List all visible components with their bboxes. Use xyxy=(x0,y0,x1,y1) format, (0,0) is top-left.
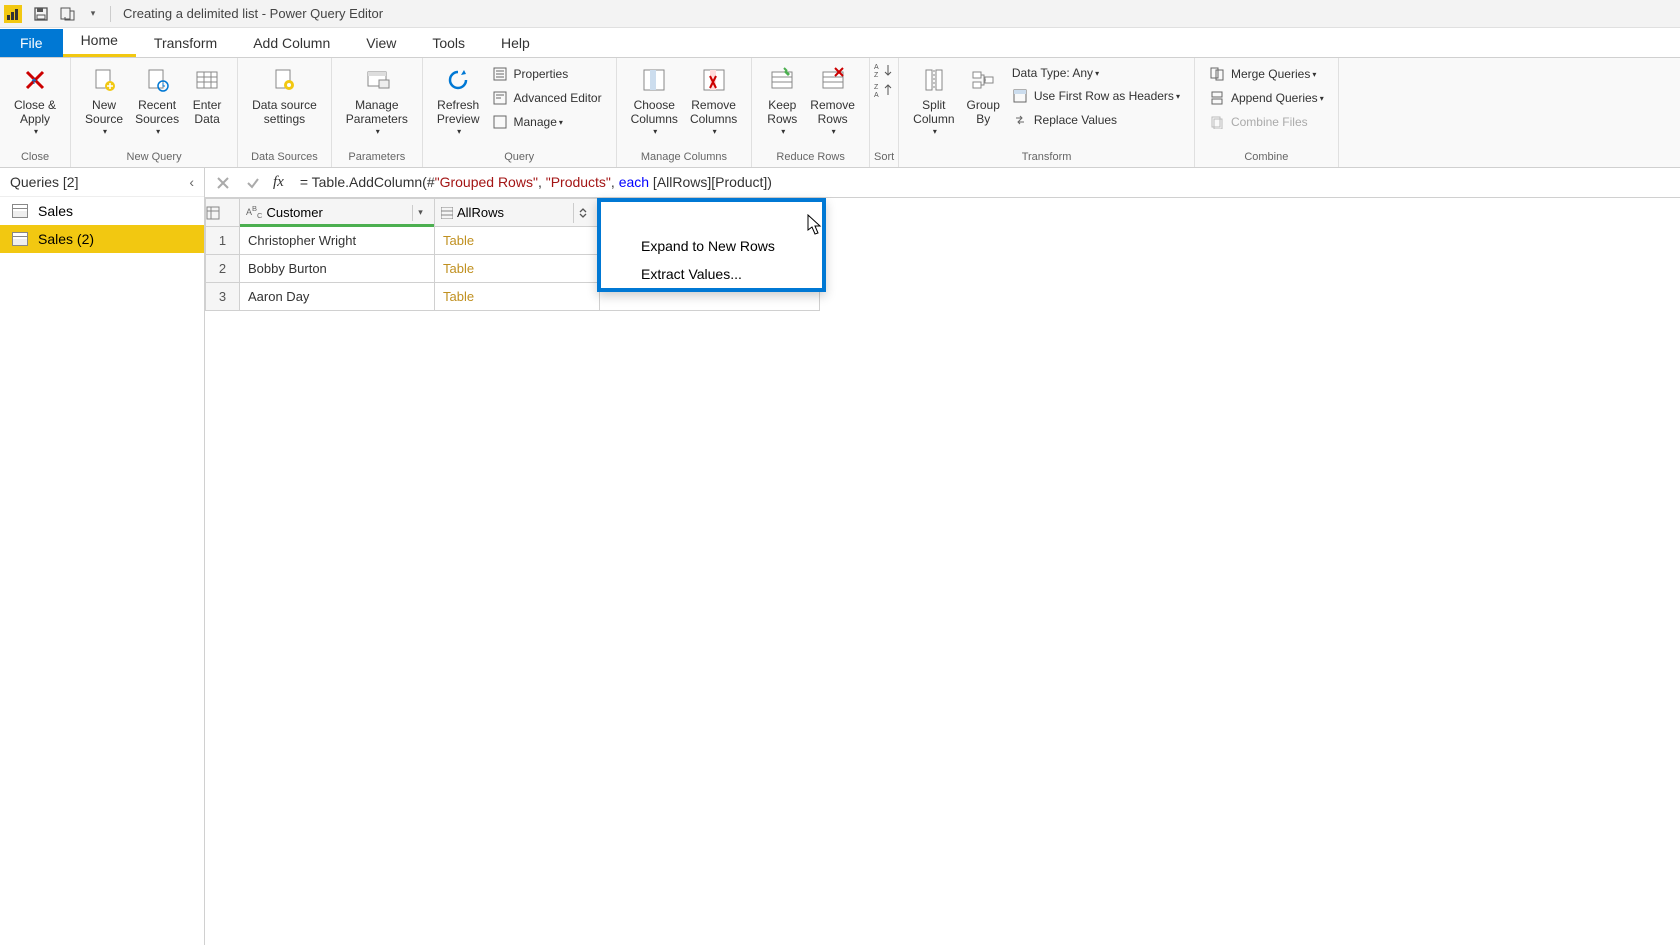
qat-customize[interactable]: ▾ xyxy=(82,3,104,25)
merge-icon xyxy=(1209,66,1225,82)
close-apply-label: Close & Apply xyxy=(14,98,56,127)
headers-icon xyxy=(1012,88,1028,104)
append-queries-button[interactable]: Append Queries▾ xyxy=(1207,88,1326,108)
append-icon xyxy=(1209,90,1225,106)
combine-files-icon xyxy=(1209,114,1225,130)
corner-cell[interactable] xyxy=(206,199,240,227)
main-area: Queries [2] ‹ Sales Sales (2) fx = Table… xyxy=(0,168,1680,945)
merge-queries-button[interactable]: Merge Queries▾ xyxy=(1207,64,1326,84)
tab-tools[interactable]: Tools xyxy=(414,29,483,57)
table-icon xyxy=(12,204,28,218)
cancel-formula-button[interactable] xyxy=(213,173,233,193)
split-column-button[interactable]: Split Column▾ xyxy=(907,62,960,138)
expand-to-new-rows-item[interactable]: Expand to New Rows xyxy=(601,232,822,260)
svg-text:A: A xyxy=(874,64,879,71)
data-source-settings-button[interactable]: Data source settings xyxy=(246,62,323,129)
text-type-icon: ABC xyxy=(246,205,262,219)
tab-home[interactable]: Home xyxy=(63,26,136,57)
ribbon-group-new-query: New Source▾ Recent Sources▾ Enter Data N… xyxy=(71,58,238,167)
tab-transform[interactable]: Transform xyxy=(136,29,235,57)
save-button[interactable] xyxy=(30,3,52,25)
tab-file[interactable]: File xyxy=(0,29,63,57)
table-type-icon xyxy=(441,207,453,219)
data-type-button[interactable]: Data Type: Any▾ xyxy=(1010,64,1182,82)
refresh-preview-button[interactable]: Refresh Preview▾ xyxy=(431,62,486,138)
group-by-button[interactable]: Group By xyxy=(961,62,1006,129)
group-label-close: Close xyxy=(21,149,49,167)
replace-values-button[interactable]: Replace Values xyxy=(1010,110,1182,130)
app-icon xyxy=(4,5,22,23)
filter-button[interactable]: ▾ xyxy=(412,205,428,221)
tab-add-column[interactable]: Add Column xyxy=(235,29,348,57)
collapse-pane-button[interactable]: ‹ xyxy=(189,174,194,190)
ribbon-group-parameters: Manage Parameters▾ Parameters xyxy=(332,58,423,167)
svg-text:A: A xyxy=(874,92,879,98)
table-icon xyxy=(12,232,28,246)
ribbon-group-transform: Split Column▾ Group By Data Type: Any▾ U… xyxy=(899,58,1195,167)
svg-text:Z: Z xyxy=(874,72,879,78)
ribbon-group-combine: Merge Queries▾ Append Queries▾ Combine F… xyxy=(1195,58,1339,167)
ribbon-group-query: Refresh Preview▾ Properties Advanced Edi… xyxy=(423,58,617,167)
commit-formula-button[interactable] xyxy=(243,173,263,193)
enter-data-button[interactable]: Enter Data xyxy=(185,62,229,129)
first-row-headers-button[interactable]: Use First Row as Headers▾ xyxy=(1010,86,1182,106)
ribbon-group-reduce-rows: Keep Rows▾ Remove Rows▾ Reduce Rows xyxy=(752,58,870,167)
new-source-button[interactable]: New Source▾ xyxy=(79,62,129,138)
manage-query-button[interactable]: Manage▾ xyxy=(490,112,604,132)
tab-view[interactable]: View xyxy=(348,29,414,57)
formula-bar: fx = Table.AddColumn(#"Grouped Rows", "P… xyxy=(205,168,1680,198)
sort-asc-button[interactable]: AZ xyxy=(874,62,894,78)
ribbon-group-manage-columns: Choose Columns▾ Remove Columns▾ Manage C… xyxy=(617,58,753,167)
remove-rows-button[interactable]: Remove Rows▾ xyxy=(804,62,861,138)
replace-icon xyxy=(1012,112,1028,128)
expand-button-allrows[interactable] xyxy=(573,203,593,223)
advanced-editor-button[interactable]: Advanced Editor xyxy=(490,88,604,108)
properties-icon xyxy=(492,66,508,82)
ribbon-group-close: Close & Apply▾ Close xyxy=(0,58,71,167)
ribbon: Close & Apply▾ Close New Source▾ Recent … xyxy=(0,58,1680,168)
query-item-sales[interactable]: Sales xyxy=(0,197,204,225)
sort-desc-button[interactable]: ZA xyxy=(874,82,894,98)
recent-sources-button[interactable]: Recent Sources▾ xyxy=(129,62,185,138)
close-apply-button[interactable]: Close & Apply▾ xyxy=(8,62,62,138)
query-item-sales-2[interactable]: Sales (2) xyxy=(0,225,204,253)
advanced-editor-icon xyxy=(492,90,508,106)
menu-tabs: File Home Transform Add Column View Tool… xyxy=(0,28,1680,58)
choose-columns-button[interactable]: Choose Columns▾ xyxy=(625,62,684,138)
queries-title: Queries [2] xyxy=(10,174,78,190)
remove-columns-button[interactable]: Remove Columns▾ xyxy=(684,62,743,138)
divider xyxy=(110,6,111,22)
combine-files-button[interactable]: Combine Files xyxy=(1207,112,1326,132)
keep-rows-button[interactable]: Keep Rows▾ xyxy=(760,62,804,138)
extract-values-item[interactable]: Extract Values... xyxy=(601,260,822,288)
properties-button[interactable]: Properties xyxy=(490,64,604,84)
expand-dropdown: Expand to New Rows Extract Values... xyxy=(597,198,826,292)
data-grid-wrap: ABC Customer ▾ AllRows xyxy=(205,198,1680,311)
window-title: Creating a delimited list - Power Query … xyxy=(123,6,383,21)
queries-pane: Queries [2] ‹ Sales Sales (2) xyxy=(0,168,205,945)
fx-button[interactable]: fx xyxy=(273,174,284,191)
column-header-allrows[interactable]: AllRows xyxy=(435,199,600,227)
content-area: fx = Table.AddColumn(#"Grouped Rows", "P… xyxy=(205,168,1680,945)
qat-button-2[interactable] xyxy=(56,3,78,25)
tab-help[interactable]: Help xyxy=(483,29,548,57)
formula-input[interactable]: = Table.AddColumn(#"Grouped Rows", "Prod… xyxy=(294,174,1672,191)
title-bar: ▾ Creating a delimited list - Power Quer… xyxy=(0,0,1680,28)
manage-parameters-button[interactable]: Manage Parameters▾ xyxy=(340,62,414,138)
ribbon-group-data-sources: Data source settings Data Sources xyxy=(238,58,332,167)
manage-icon xyxy=(492,114,508,130)
queries-header: Queries [2] ‹ xyxy=(0,168,204,197)
column-header-customer[interactable]: ABC Customer ▾ xyxy=(240,199,435,227)
ribbon-group-sort: AZ ZA Sort xyxy=(870,58,899,167)
svg-text:Z: Z xyxy=(874,84,879,91)
